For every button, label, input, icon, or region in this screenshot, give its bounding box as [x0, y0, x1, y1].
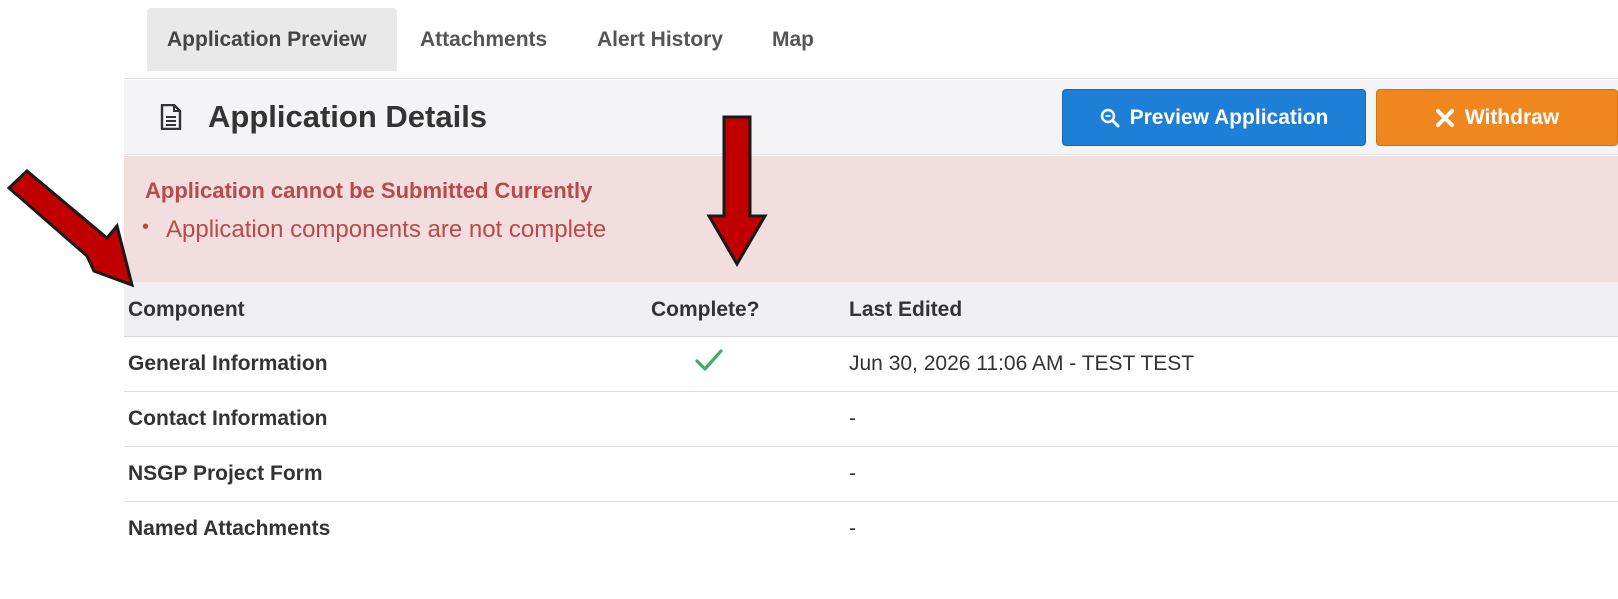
tab-bar: Application Preview Attachments Alert Hi…: [124, 0, 1618, 79]
preview-application-label: Preview Application: [1129, 105, 1329, 129]
alert-item-text: Application components are not complete: [166, 216, 607, 243]
bullet-icon: •: [142, 216, 150, 238]
table-row: NSGP Project Form -: [124, 447, 1618, 502]
document-icon: [160, 104, 182, 130]
annotation-arrow-diagonal-icon: [6, 168, 135, 288]
component-name: Named Attachments: [128, 517, 331, 540]
table-row: General Information Jun 30, 2026 11:06 A…: [124, 337, 1618, 392]
details-header: Application Details Preview Application …: [124, 80, 1618, 155]
tab-application-preview[interactable]: Application Preview: [147, 8, 397, 71]
column-header-last-edited: Last Edited: [849, 298, 963, 321]
table-row: Contact Information -: [124, 392, 1618, 447]
withdraw-button[interactable]: Withdraw: [1376, 89, 1618, 146]
submission-alert: Application cannot be Submitted Currentl…: [124, 156, 1618, 282]
column-header-complete: Complete?: [651, 298, 760, 321]
application-panel: Application Preview Attachments Alert Hi…: [124, 0, 1618, 599]
tab-alert-history[interactable]: Alert History: [597, 8, 723, 71]
component-name: NSGP Project Form: [128, 462, 323, 485]
alert-item: • Application components are not complet…: [142, 216, 607, 244]
tab-map[interactable]: Map: [772, 8, 814, 71]
last-edited: -: [849, 517, 856, 540]
page-title: Application Details: [208, 99, 488, 134]
last-edited: -: [849, 462, 856, 485]
table-header: Component Complete? Last Edited: [124, 282, 1618, 337]
close-icon: [1435, 108, 1454, 127]
component-name: Contact Information: [128, 407, 328, 430]
checkmark-icon: [695, 349, 723, 371]
preview-application-button[interactable]: Preview Application: [1062, 89, 1366, 146]
annotation-arrow-down-icon: [706, 115, 768, 267]
alert-title: Application cannot be Submitted Currentl…: [145, 178, 593, 203]
table-row: Named Attachments -: [124, 502, 1618, 557]
component-name: General Information: [128, 352, 328, 375]
withdraw-label: Withdraw: [1464, 105, 1560, 129]
column-header-component: Component: [128, 298, 245, 321]
last-edited: Jun 30, 2026 11:06 AM - TEST TEST: [849, 352, 1195, 375]
last-edited: -: [849, 407, 856, 430]
screen: Application Preview Attachments Alert Hi…: [0, 0, 1618, 599]
tab-attachments[interactable]: Attachments: [420, 8, 547, 71]
search-icon: [1100, 108, 1120, 127]
